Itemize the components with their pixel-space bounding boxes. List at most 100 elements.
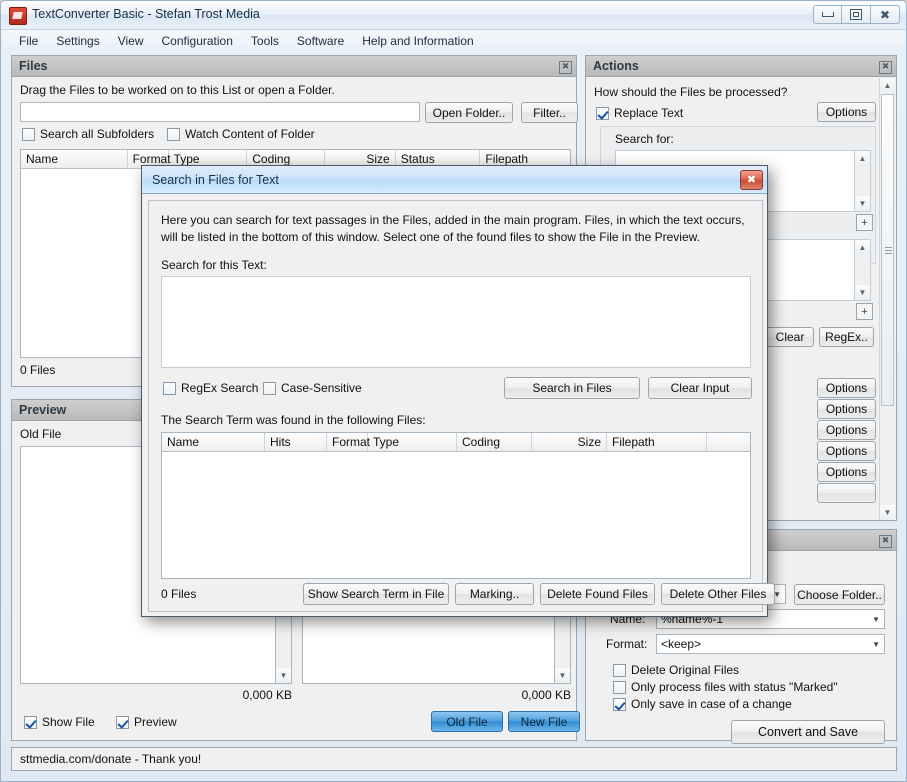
preview-new-size: 0,000 KB xyxy=(521,688,571,702)
folder-path-input[interactable] xyxy=(20,102,420,122)
menu-bar: File Settings View Configuration Tools S… xyxy=(2,30,905,51)
replace-text-checkbox[interactable]: Replace Text xyxy=(596,106,683,120)
close-button[interactable]: ✖ xyxy=(871,5,900,24)
preview-checkbox[interactable]: Preview xyxy=(116,715,177,729)
actions-panel-header: Actions ✖ xyxy=(586,56,896,77)
replace-text-box xyxy=(596,106,609,120)
format-label: Format: xyxy=(606,637,648,651)
format-value: <keep> xyxy=(661,637,702,651)
options-button-6[interactable] xyxy=(817,483,876,503)
dialog-close-button[interactable]: ✖ xyxy=(740,169,763,190)
options-button-2[interactable]: Options xyxy=(817,399,876,419)
menu-configuration[interactable]: Configuration xyxy=(153,31,242,51)
dialog-title: Search in Files for Text xyxy=(152,172,279,187)
menu-settings[interactable]: Settings xyxy=(47,31,108,51)
only-change-box xyxy=(613,697,626,711)
replace-text-options-button[interactable]: Options xyxy=(817,102,876,122)
choose-folder-button[interactable]: Choose Folder.. xyxy=(794,584,885,605)
options-button-3[interactable]: Options xyxy=(817,420,876,440)
chevron-down-icon: ▼ xyxy=(872,614,880,624)
dlg-col-name[interactable]: Name xyxy=(162,433,265,451)
old-file-button[interactable]: Old File xyxy=(431,711,503,732)
close-icon: ✖ xyxy=(746,174,757,186)
dlg-col-size[interactable]: Size xyxy=(532,433,607,451)
menu-help[interactable]: Help and Information xyxy=(353,31,482,51)
menu-tools[interactable]: Tools xyxy=(242,31,288,51)
dialog-results-list[interactable]: Name Hits Format Type Coding Size Filepa… xyxy=(161,432,751,579)
status-bar: sttmedia.com/donate - Thank you! xyxy=(11,747,897,771)
case-sensitive-box xyxy=(263,381,276,395)
dialog-results-label: The Search Term was found in the followi… xyxy=(161,413,426,427)
only-change-checkbox[interactable]: Only save in case of a change xyxy=(613,697,792,711)
dialog-results-header: Name Hits Format Type Coding Size Filepa… xyxy=(162,433,750,452)
search-in-files-dialog: Search in Files for Text ✖ Here you can … xyxy=(141,165,775,617)
clear-button[interactable]: Clear xyxy=(766,327,814,347)
search-for-scroll-down[interactable]: ▼ xyxy=(855,196,870,211)
dlg-col-format[interactable]: Format xyxy=(327,433,370,451)
only-marked-label: Only process files with status "Marked" xyxy=(631,680,838,694)
case-sensitive-checkbox[interactable]: Case-Sensitive xyxy=(263,381,362,395)
regex-search-checkbox[interactable]: RegEx Search xyxy=(163,381,258,395)
search-in-files-button[interactable]: Search in Files xyxy=(504,377,640,399)
options-button-1[interactable]: Options xyxy=(817,378,876,398)
delete-found-files-button[interactable]: Delete Found Files xyxy=(540,583,655,605)
preview-old-size: 0,000 KB xyxy=(242,688,292,702)
regex-button[interactable]: RegEx.. xyxy=(819,327,874,347)
save-panel-close-icon[interactable]: ✖ xyxy=(879,534,892,548)
preview-new-scroll-down[interactable]: ▼ xyxy=(555,668,570,683)
actions-scrollbar[interactable]: ▲ ▼ xyxy=(879,78,895,520)
search-subfolders-label: Search all Subfolders xyxy=(40,127,155,141)
actions-panel-title: Actions xyxy=(593,59,639,73)
status-bar-text: sttmedia.com/donate - Thank you! xyxy=(20,752,202,766)
preview-old-scroll-down[interactable]: ▼ xyxy=(276,668,291,683)
dlg-col-spacer xyxy=(707,433,750,451)
dlg-col-hits[interactable]: Hits xyxy=(265,433,327,451)
old-file-label: Old File xyxy=(20,427,62,441)
replace-scroll-up[interactable]: ▲ xyxy=(855,240,870,255)
menu-view[interactable]: View xyxy=(109,31,153,51)
menu-file[interactable]: File xyxy=(10,31,47,51)
files-panel-header: Files ✖ xyxy=(12,56,576,77)
actions-scroll-down[interactable]: ▼ xyxy=(880,505,895,520)
search-for-scroll-up[interactable]: ▲ xyxy=(855,151,870,166)
window-title: TextConverter Basic - Stefan Trost Media xyxy=(32,7,260,21)
show-search-term-button[interactable]: Show Search Term in File xyxy=(303,583,449,605)
replace-text-label: Replace Text xyxy=(614,106,684,120)
delete-other-files-button[interactable]: Delete Other Files xyxy=(661,583,775,605)
chevron-down-icon: ▼ xyxy=(872,639,880,649)
actions-scroll-thumb[interactable] xyxy=(881,94,894,406)
dialog-search-textarea[interactable] xyxy=(161,276,751,368)
convert-and-save-button[interactable]: Convert and Save xyxy=(731,720,885,744)
delete-original-checkbox[interactable]: Delete Original Files xyxy=(613,663,739,677)
watch-folder-checkbox[interactable]: Watch Content of Folder xyxy=(167,127,315,141)
maximize-button[interactable] xyxy=(842,5,871,24)
search-for-label: Search for: xyxy=(615,132,674,146)
new-file-button[interactable]: New File xyxy=(508,711,580,732)
scroll-grip-icon xyxy=(885,247,892,254)
show-file-label: Show File xyxy=(42,715,95,729)
files-panel-close-icon[interactable]: ✖ xyxy=(559,60,572,74)
menu-software[interactable]: Software xyxy=(288,31,353,51)
replace-scroll-down[interactable]: ▼ xyxy=(855,285,870,300)
minimize-button[interactable] xyxy=(813,5,842,24)
open-folder-button[interactable]: Open Folder.. xyxy=(425,102,513,123)
options-button-4[interactable]: Options xyxy=(817,441,876,461)
search-subfolders-checkbox[interactable]: Search all Subfolders xyxy=(22,127,154,141)
filter-button[interactable]: Filter.. xyxy=(521,102,578,123)
clear-input-button[interactable]: Clear Input xyxy=(648,377,752,399)
dlg-col-type[interactable]: Type xyxy=(368,433,457,451)
marking-button[interactable]: Marking.. xyxy=(455,583,534,605)
options-button-5[interactable]: Options xyxy=(817,462,876,482)
only-marked-checkbox[interactable]: Only process files with status "Marked" xyxy=(613,680,838,694)
actions-scroll-up[interactable]: ▲ xyxy=(880,78,895,93)
actions-panel-close-icon[interactable]: ✖ xyxy=(879,60,892,74)
dlg-col-filepath[interactable]: Filepath xyxy=(607,433,707,451)
maximize-icon xyxy=(850,9,862,20)
regex-search-label: RegEx Search xyxy=(181,381,259,395)
col-name[interactable]: Name xyxy=(21,150,128,168)
search-box-expand-icon[interactable]: + xyxy=(856,214,873,231)
show-file-checkbox[interactable]: Show File xyxy=(24,715,95,729)
dlg-col-coding[interactable]: Coding xyxy=(457,433,532,451)
replace-box-expand-icon[interactable]: + xyxy=(856,303,873,320)
format-select[interactable]: <keep> ▼ xyxy=(656,634,885,654)
